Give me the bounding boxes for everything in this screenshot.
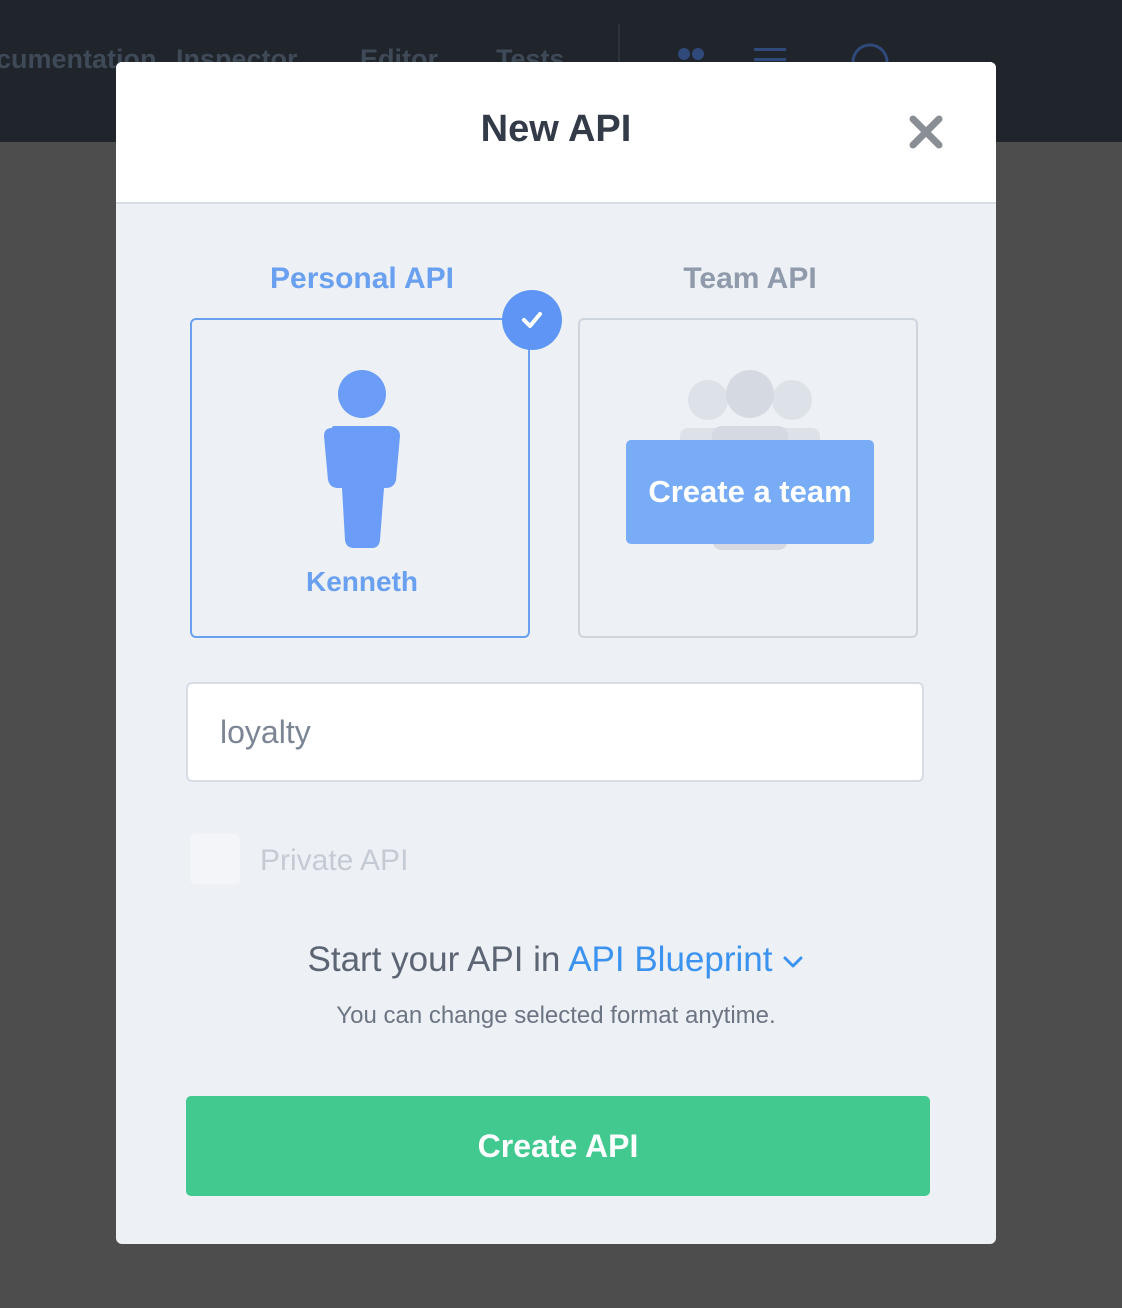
create-team-button[interactable]: Create a team (626, 440, 874, 544)
private-api-label: Private API (260, 844, 409, 877)
private-api-checkbox[interactable] (190, 834, 240, 884)
format-prefix: Start your API in (307, 940, 561, 979)
selected-check-icon (502, 290, 562, 350)
new-api-modal: New API Personal API Team API Kenneth Cr… (116, 62, 996, 1244)
personal-api-label: Personal API (270, 262, 454, 295)
user-name: Kenneth (306, 566, 418, 597)
person-icon (324, 370, 400, 548)
modal-header: New API (116, 62, 996, 204)
team-api-option[interactable]: Create a team (578, 318, 918, 638)
format-selector-line: Start your API in API Blueprint (116, 940, 996, 980)
format-note: You can change selected format anytime. (336, 1002, 776, 1029)
format-dropdown[interactable]: API Blueprint (568, 940, 804, 979)
personal-api-option[interactable]: Kenneth (190, 318, 530, 638)
format-selected: API Blueprint (568, 940, 773, 979)
close-icon[interactable] (904, 110, 948, 154)
modal-title: New API (480, 108, 632, 150)
api-name-input[interactable] (186, 682, 924, 782)
team-api-label: Team API (683, 262, 817, 295)
create-api-button[interactable]: Create API (186, 1096, 930, 1196)
chevron-down-icon (783, 956, 803, 968)
